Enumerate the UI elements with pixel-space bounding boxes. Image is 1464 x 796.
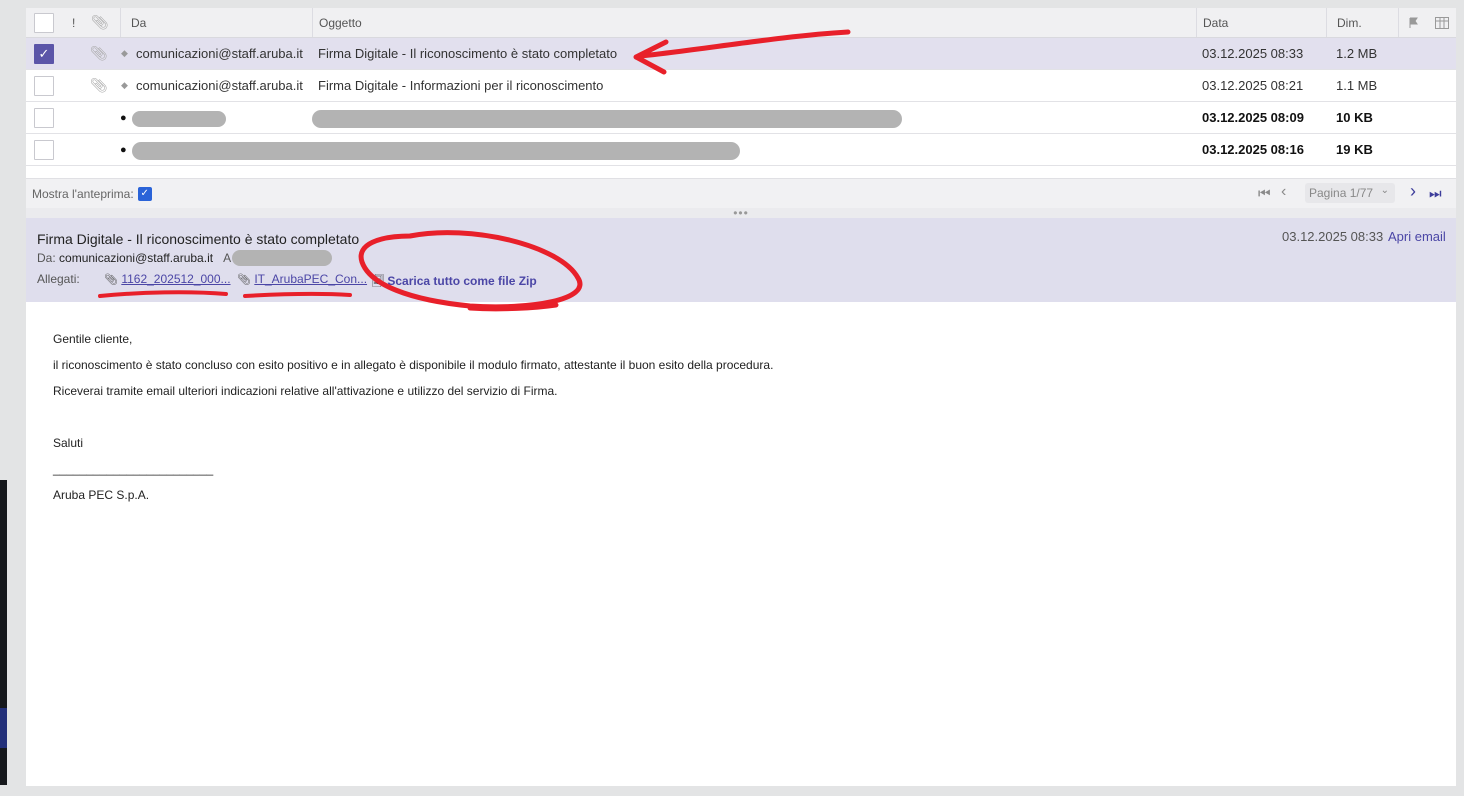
attachment-link[interactable]: 📎︎ IT_ArubaPEC_Con... — [237, 272, 367, 286]
redacted-recipient — [232, 250, 332, 266]
row-subject: Firma Digitale - Il riconoscimento è sta… — [318, 46, 618, 61]
page-select-value: Pagina 1/77 — [1309, 186, 1374, 200]
attachments-label: Allegati: — [37, 272, 80, 286]
read-status-icon: ◆ — [121, 80, 128, 90]
chevron-down-icon: ⌄ — [1380, 185, 1389, 196]
read-dot: ◆ — [121, 38, 128, 69]
row-checkbox-cell[interactable] — [34, 70, 54, 101]
size-column-header[interactable]: Dim. — [1326, 8, 1398, 37]
attachment-indicator: 📎︎ — [90, 38, 108, 69]
row-from: comunicazioni@staff.aruba.it — [136, 78, 303, 93]
message-row[interactable]: ● 03.12.2025 08:09 10 KB — [26, 102, 1456, 134]
row-checkbox[interactable] — [34, 107, 54, 128]
preview-header: Firma Digitale - Il riconoscimento è sta… — [26, 218, 1456, 302]
row-size: 10 KB — [1336, 110, 1373, 125]
select-all-checkbox-cell[interactable] — [34, 8, 64, 37]
row-checkbox[interactable] — [34, 75, 54, 96]
unread-dot: ● — [120, 102, 127, 133]
to-label: A — [223, 251, 232, 265]
body-divider: ________________________ — [53, 462, 214, 476]
body-signature: Aruba PEC S.p.A. — [53, 488, 150, 502]
attachment-link[interactable]: 📎︎ 1162_202512_000... — [104, 272, 231, 286]
row-checkbox[interactable] — [34, 139, 54, 160]
paperclip-icon: 📎︎ — [237, 274, 251, 286]
download-zip-label: Scarica tutto come file Zip — [387, 274, 537, 288]
preview-subject: Firma Digitale - Il riconoscimento è sta… — [37, 231, 360, 247]
zip-file-icon: 🗐︎ — [372, 274, 384, 288]
read-dot: ◆ — [121, 70, 128, 101]
subject-column-header[interactable]: Oggetto — [312, 8, 1196, 37]
message-list-header: ! 📎︎ Da Oggetto Data Dim. — [26, 8, 1456, 38]
background-window-accent — [0, 708, 7, 748]
body-closing: Saluti — [53, 436, 84, 450]
row-from: comunicazioni@staff.aruba.it — [136, 46, 303, 61]
preview-toggle[interactable]: Mostra l'anteprima: ✓ — [32, 179, 152, 208]
column-settings-button[interactable] — [1428, 8, 1456, 37]
message-list-footer: Mostra l'anteprima: ✓ ⏮︎ ‹ Pagina 1/77 ⌄… — [26, 178, 1456, 208]
table-icon — [1435, 16, 1449, 29]
paperclip-icon: 📎︎ — [90, 77, 108, 93]
read-status-icon: ◆ — [121, 48, 128, 58]
body-paragraph: Riceverai tramite email ulteriori indica… — [53, 384, 558, 398]
row-checkbox-cell[interactable]: ✓ — [34, 38, 54, 69]
redacted-sender — [132, 111, 226, 127]
preview-toggle-checkbox[interactable]: ✓ — [137, 186, 152, 201]
row-checkbox-cell[interactable] — [34, 134, 54, 165]
row-size: 1.2 MB — [1336, 46, 1378, 61]
from-column-header[interactable]: Da — [120, 8, 312, 37]
message-row[interactable]: ● 03.12.2025 08:16 19 KB — [26, 134, 1456, 166]
from-address: comunicazioni@staff.aruba.it — [59, 251, 214, 265]
attachment-indicator: 📎︎ — [90, 70, 108, 101]
from-label: Da: — [37, 251, 56, 265]
message-row[interactable]: ✓ 📎︎ ◆ comunicazioni@staff.aruba.it Firm… — [26, 38, 1456, 70]
row-date: 03.12.2025 08:16 — [1202, 142, 1304, 157]
background-window-strip — [0, 480, 7, 785]
prev-page-icon[interactable]: ‹ — [1281, 183, 1286, 201]
unread-status-icon: ● — [120, 111, 127, 124]
open-email-link[interactable]: Apri email — [1388, 229, 1446, 244]
flag-icon — [1409, 17, 1418, 28]
row-checkbox-checked[interactable]: ✓ — [34, 43, 54, 64]
row-size: 19 KB — [1336, 142, 1373, 157]
priority-column-header[interactable]: ! — [72, 8, 82, 37]
pane-splitter[interactable]: ••• — [26, 206, 1456, 220]
next-page-icon[interactable]: › — [1410, 181, 1416, 202]
redacted-subject — [312, 110, 902, 128]
body-greeting: Gentile cliente, — [53, 332, 133, 346]
redacted-sender-subject — [132, 142, 740, 160]
select-all-checkbox[interactable] — [34, 12, 54, 33]
preview-toggle-label: Mostra l'anteprima: — [32, 186, 134, 201]
paperclip-icon: 📎︎ — [104, 274, 118, 286]
paperclip-icon: 📎︎ — [91, 14, 109, 30]
unread-status-icon: ● — [120, 143, 127, 156]
body-paragraph: il riconoscimento è stato concluso con e… — [53, 358, 774, 372]
attachment-name: IT_ArubaPEC_Con... — [254, 272, 368, 286]
row-size: 1.1 MB — [1336, 78, 1378, 93]
attachment-name: 1162_202512_000... — [121, 272, 231, 286]
flag-column-header[interactable] — [1398, 8, 1428, 37]
mail-panel: ! 📎︎ Da Oggetto Data Dim. ✓ 📎︎ ◆ comunic… — [26, 8, 1456, 786]
drag-handle-icon: ••• — [733, 206, 749, 220]
date-column-header[interactable]: Data — [1196, 8, 1326, 37]
row-subject: Firma Digitale - Informazioni per il ric… — [318, 78, 604, 93]
message-row[interactable]: 📎︎ ◆ comunicazioni@staff.aruba.it Firma … — [26, 70, 1456, 102]
download-zip-link[interactable]: 🗐︎ Scarica tutto come file Zip — [372, 272, 537, 293]
row-date: 03.12.2025 08:33 — [1202, 46, 1304, 61]
preview-from: Da: comunicazioni@staff.aruba.it A — [37, 251, 231, 265]
attachment-column-header[interactable]: 📎︎ — [91, 8, 111, 37]
page-select[interactable]: Pagina 1/77 ⌄ — [1305, 183, 1395, 203]
row-checkbox-cell[interactable] — [34, 102, 54, 133]
last-page-icon[interactable]: ⏭︎ — [1429, 185, 1442, 202]
row-date: 03.12.2025 08:09 — [1202, 110, 1304, 125]
first-page-icon[interactable]: ⏮︎ — [1258, 185, 1271, 202]
unread-dot: ● — [120, 134, 127, 165]
preview-date: 03.12.2025 08:33 — [1282, 229, 1384, 244]
paperclip-icon: 📎︎ — [90, 45, 108, 61]
row-date: 03.12.2025 08:21 — [1202, 78, 1304, 93]
